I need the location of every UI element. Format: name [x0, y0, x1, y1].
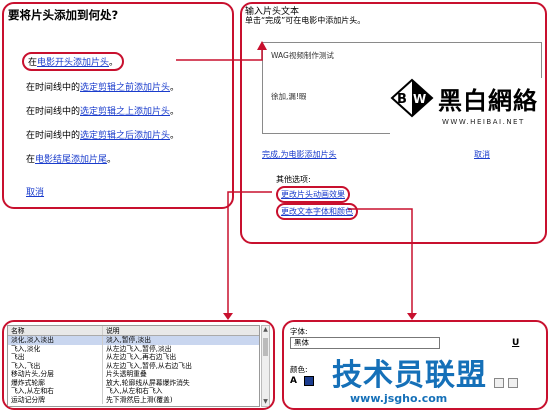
text-line-2[interactable]: 徐加,漏!暇	[271, 91, 306, 102]
animation-name: 飞入,从左和右	[8, 387, 103, 396]
change-font-color-link[interactable]: 更改文本字体和颜色	[276, 203, 358, 220]
animation-table[interactable]: 名称 说明 淡化,淡入淡出 淡入,暂停,淡出 飞入,淡化 从左边飞入,暂停,淡出 飞出从…	[7, 325, 260, 407]
animation-name: 飞出	[8, 353, 103, 362]
scroll-thumb[interactable]	[263, 338, 268, 356]
jsgho-watermark-url: www.jsgho.com	[350, 392, 448, 405]
animation-description: 放大,轮廓线从屏幕爆炸消失	[106, 378, 190, 387]
font-label: 字体:	[290, 327, 308, 336]
change-animation-link[interactable]: 更改片头动画效果	[276, 186, 350, 203]
table-row[interactable]: 飞入,淡化 从左边飞入,暂停,淡出	[8, 344, 259, 353]
heibai-watermark: B W 黑白網絡 WWW.HEIBAI.NET	[390, 78, 542, 136]
table-row[interactable]: 飞入,从左和右 飞入,从左和右飞入	[8, 387, 259, 396]
table-row[interactable]: 移动片头,分层 片头透明重叠	[8, 370, 259, 379]
title-text-panel: 输入片头文本 单击“完成”可在电影中添加片头。 WAG视频制作测试 徐加,漏!暇…	[240, 2, 547, 244]
animation-description: 片头透明重叠	[106, 370, 147, 378]
option-before-clip[interactable]: 在时间线中的选定剪辑之前添加片头。	[26, 80, 179, 93]
text-color-icon[interactable]: A	[290, 376, 297, 386]
done-link[interactable]: 完成,为电影添加片头	[262, 149, 337, 160]
heibai-logo: B W	[390, 78, 434, 118]
column-header-name[interactable]: 名称	[8, 326, 103, 335]
option-before-clip-link[interactable]: 选定剪辑之前添加片头	[80, 83, 170, 93]
option-on-clip[interactable]: 在时间线中的选定剪辑之上添加片头。	[26, 104, 179, 117]
align-center-icon[interactable]	[494, 378, 504, 388]
table-row[interactable]: 飞入,飞出 从左边飞入,暂停,从右边飞出	[8, 361, 259, 370]
panel-subheading: 单击“完成”可在电影中添加片头。	[245, 16, 366, 25]
text-line-1[interactable]: WAG视频制作测试	[271, 50, 334, 61]
animation-description: 从左边飞入,暂停,淡出	[106, 344, 172, 353]
color-label: 颜色:	[290, 365, 308, 374]
option-movie-start-link[interactable]: 电影开头添加片头	[37, 58, 109, 68]
watermark-text: 黑白網絡	[438, 87, 538, 115]
arrow-head-icon	[223, 313, 233, 320]
scroll-down-icon[interactable]: ▼	[262, 398, 269, 406]
cancel-link[interactable]: 取消	[474, 149, 490, 160]
vertical-scrollbar[interactable]: ▲ ▼	[261, 325, 270, 407]
option-after-clip[interactable]: 在时间线中的选定剪辑之后添加片头。	[26, 128, 179, 141]
animation-description: 淡入,暂停,淡出	[106, 336, 152, 344]
table-header: 名称 说明	[8, 326, 259, 336]
animation-description: 先下滑然后上滑(覆盖)	[106, 395, 173, 404]
option-after-clip-link[interactable]: 选定剪辑之后添加片头	[80, 131, 170, 141]
animation-description: 从左边飞入,暂停,从右边飞出	[106, 361, 192, 370]
option-movie-end-link[interactable]: 电影结尾添加片尾	[35, 155, 107, 165]
table-row[interactable]: 飞出 从左边飞入,再右边飞出	[8, 353, 259, 362]
jsgho-watermark: 技术员联盟	[332, 358, 487, 393]
animation-name: 飞入,淡化	[8, 344, 103, 353]
animation-description: 从左边飞入,再右边飞出	[106, 353, 177, 361]
svg-text:W: W	[413, 92, 426, 106]
option-movie-end[interactable]: 在电影结尾添加片尾。	[26, 152, 116, 165]
svg-text:B: B	[397, 92, 407, 107]
align-right-icon[interactable]	[508, 378, 518, 388]
underline-button[interactable]: U	[512, 338, 519, 348]
font-select[interactable]: 黑体	[290, 337, 440, 349]
animation-name: 运动记分牌	[8, 395, 103, 404]
table-row[interactable]: 运动记分牌 先下滑然后上滑(覆盖)	[8, 395, 259, 404]
animation-list-panel: 名称 说明 淡化,淡入淡出 淡入,暂停,淡出 飞入,淡化 从左边飞入,暂停,淡出 飞出从…	[2, 320, 275, 410]
animation-name: 淡化,淡入淡出	[8, 336, 103, 345]
arrow-head-icon	[407, 313, 417, 320]
option-movie-start[interactable]: 在电影开头添加片头。	[22, 52, 125, 71]
animation-name: 移动片头,分层	[8, 370, 103, 379]
watermark-url: WWW.HEIBAI.NET	[442, 118, 525, 126]
animation-name: 爆炸式轮廓	[8, 378, 103, 387]
panel-title: 要将片头添加到何处?	[8, 8, 119, 22]
more-options-label: 其他选项:	[276, 175, 311, 184]
option-on-clip-link[interactable]: 选定剪辑之上添加片头	[80, 107, 170, 117]
animation-name: 飞入,飞出	[8, 361, 103, 370]
column-header-description[interactable]: 说明	[103, 326, 259, 335]
background-color-swatch[interactable]	[304, 376, 314, 386]
table-row[interactable]: 淡化,淡入淡出 淡入,暂停,淡出	[8, 336, 259, 345]
cancel-link[interactable]: 取消	[26, 185, 44, 198]
font-color-panel: 字体: 黑体 U 颜色: A 技术员联盟 www.jsgho.com	[282, 320, 548, 410]
scroll-up-icon[interactable]: ▲	[262, 326, 269, 334]
title-location-panel: 要将片头添加到何处? 在电影开头添加片头。 在时间线中的选定剪辑之前添加片头。 …	[2, 2, 234, 209]
animation-description: 飞入,从左和右飞入	[106, 387, 163, 395]
table-row[interactable]: 爆炸式轮廓 放大,轮廓线从屏幕爆炸消失	[8, 378, 259, 387]
